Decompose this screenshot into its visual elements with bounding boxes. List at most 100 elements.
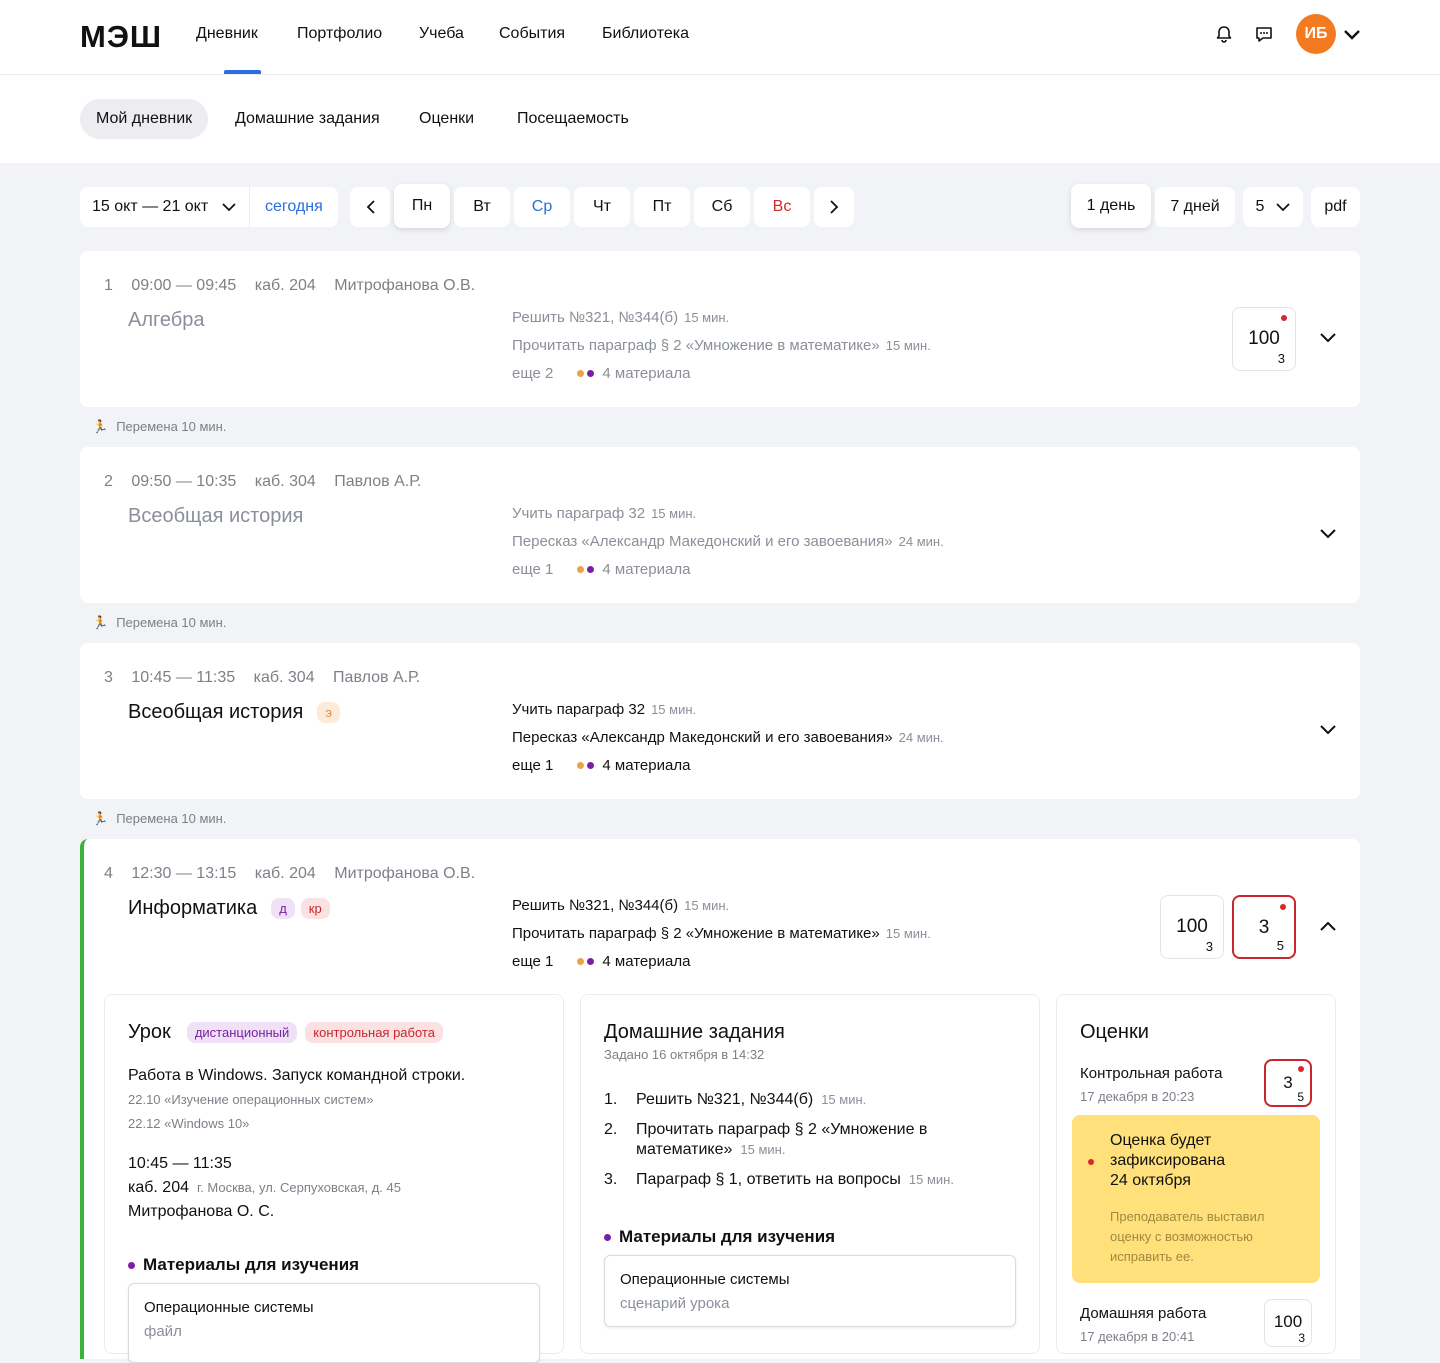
homework-item[interactable]: 2. Прочитать параграф § 2 «Умножение в мат… <box>604 1121 927 1158</box>
tab-attendance[interactable]: Посещаемость <box>501 99 645 139</box>
day-fri[interactable]: Пт <box>634 187 690 227</box>
homework-item[interactable]: Прочитать параграф § 2 «Умножение в мате… <box>512 925 931 942</box>
week-range-label: 15 окт — 21 окт <box>92 198 209 215</box>
runner-icon: 🏃 <box>92 615 109 630</box>
nav-library[interactable]: Библиотека <box>602 25 689 43</box>
grade-badge[interactable]: 100 3 <box>1264 1299 1312 1347</box>
lesson-card-2[interactable]: 2 09:50 — 10:35 каб. 304 Павлов А.Р. Все… <box>80 447 1360 603</box>
purple-dot <box>604 1233 611 1241</box>
grade-label: Домашняя работа <box>1080 1305 1207 1322</box>
chevron-up-icon[interactable] <box>1320 921 1336 931</box>
sub-navigation: Мой дневник Домашние задания Оценки Посе… <box>0 75 1440 163</box>
homework-panel: Домашние задания Задано 16 октября в 14:… <box>580 994 1040 1354</box>
tab-my-diary[interactable]: Мой дневник <box>80 99 209 139</box>
lesson-time: 09:50 — 10:35 <box>131 473 237 490</box>
lesson-subject: Всеобщая история <box>128 701 304 723</box>
break-label: 🏃 Перемена 10 мин. <box>92 811 227 826</box>
chevron-down-icon[interactable] <box>1342 24 1362 44</box>
grade-badge-control[interactable]: 35 <box>1232 895 1296 959</box>
tab-grades[interactable]: Оценки <box>403 99 490 139</box>
lesson-room: каб. 304 <box>254 473 316 490</box>
runner-icon: 🏃 <box>92 419 109 434</box>
day-sat[interactable]: Сб <box>694 187 750 227</box>
materials-count: 4 материала <box>602 953 691 970</box>
day-sun[interactable]: Вс <box>754 187 810 227</box>
nav-diary[interactable]: Дневник <box>196 25 258 43</box>
homework-item[interactable]: 1. Решить №321, №344(б) 15 мин. <box>604 1091 866 1109</box>
week-range-select[interactable]: 15 окт — 21 окт сегодня <box>80 187 338 227</box>
homework-more[interactable]: еще 14 материала <box>512 953 690 970</box>
pdf-button[interactable]: pdf <box>1311 187 1360 227</box>
chevron-left-icon <box>366 200 375 214</box>
grade-badge[interactable]: 100 3 <box>1160 895 1224 959</box>
prev-week-button[interactable] <box>350 187 390 227</box>
homework-more[interactable]: еще 14 материала <box>512 757 690 774</box>
homework-item[interactable]: Пересказ «Александр Македонский и его за… <box>512 729 944 746</box>
today-button[interactable]: сегодня <box>265 198 323 216</box>
tag-distance: дистанционный <box>186 1022 298 1044</box>
lesson-card-1[interactable]: 1 09:00 — 09:45 каб. 204 Митрофанова О.В… <box>80 251 1360 407</box>
avatar[interactable]: ИБ <box>1296 14 1336 54</box>
material-name: Операционные системы <box>144 1299 314 1316</box>
chevron-down-icon[interactable] <box>1320 725 1336 735</box>
grades-panel: Оценки Контрольная работа 17 декабря в 2… <box>1056 994 1336 1354</box>
homework-item[interactable]: Прочитать параграф § 2 «Умножение в мате… <box>512 337 931 354</box>
view-7-days[interactable]: 7 дней <box>1155 187 1235 227</box>
day-mon[interactable]: Пн <box>394 184 450 228</box>
day-tue[interactable]: Вт <box>454 187 510 227</box>
bell-icon[interactable] <box>1214 24 1234 44</box>
break-label: 🏃 Перемена 10 мин. <box>92 419 227 434</box>
panel-title-homework: Домашние задания <box>604 1021 785 1043</box>
homework-more[interactable]: еще 24 материала <box>512 365 690 382</box>
material-card[interactable]: Операционные системы файл <box>128 1283 540 1363</box>
lesson-teacher: Митрофанова О.В. <box>334 277 476 294</box>
materials-count: 4 материала <box>602 561 691 578</box>
homework-item[interactable]: Пересказ «Александр Македонский и его за… <box>512 533 944 550</box>
grade-notice: Оценка будет зафиксирована 24 октября Преп… <box>1072 1115 1320 1283</box>
break-label: 🏃 Перемена 10 мин. <box>92 615 227 630</box>
lesson-subject-row: Всеобщая история э <box>128 701 341 724</box>
homework-item[interactable]: Решить №321, №344(б) 15 мин. <box>512 897 729 914</box>
materials-count: 4 материала <box>602 757 691 774</box>
unread-dot <box>1281 315 1287 321</box>
view-1-day[interactable]: 1 день <box>1071 184 1151 228</box>
next-week-button[interactable] <box>814 187 854 227</box>
material-card[interactable]: Операционные системы сценарий урока <box>604 1255 1016 1327</box>
notice-title: Оценка будет зафиксирована 24 октября <box>1110 1132 1226 1189</box>
lesson-number: 1 <box>104 277 113 294</box>
nav-events[interactable]: События <box>499 25 565 43</box>
chevron-down-icon <box>1276 202 1291 211</box>
homework-more[interactable]: еще 14 материала <box>512 561 690 578</box>
homework-item[interactable]: Учить параграф 32 15 мин. <box>512 505 696 522</box>
lesson-subtopic: 22.12 «Windows 10» <box>128 1116 250 1131</box>
day-thu[interactable]: Чт <box>574 187 630 227</box>
materials-count: 4 материала <box>602 365 691 382</box>
materials-heading: Материалы для изучения <box>604 1227 835 1247</box>
nav-study[interactable]: Учеба <box>419 25 464 43</box>
purple-dot <box>128 1261 135 1269</box>
grade-badge[interactable]: 100 3 <box>1232 307 1296 371</box>
chevron-right-icon <box>829 200 838 214</box>
lesson-time: 09:00 — 09:45 <box>131 277 237 294</box>
nav-portfolio[interactable]: Портфолио <box>297 25 382 43</box>
homework-item[interactable]: Учить параграф 32 15 мин. <box>512 701 696 718</box>
count-value: 5 <box>1255 198 1265 215</box>
lesson-number: 3 <box>104 669 113 686</box>
lesson-teacher: Павлов А.Р. <box>333 669 421 686</box>
lesson-number: 2 <box>104 473 113 490</box>
logo[interactable]: МЭШ <box>80 19 162 55</box>
chevron-down-icon[interactable] <box>1320 333 1336 343</box>
notice-dot <box>1088 1159 1094 1165</box>
homework-item[interactable]: 3. Параграф § 1, ответить на вопросы 15 ми… <box>604 1171 954 1189</box>
chat-icon[interactable] <box>1254 24 1274 44</box>
tab-homework[interactable]: Домашние задания <box>219 99 396 139</box>
homework-item[interactable]: Решить №321, №344(б) 15 мин. <box>512 309 729 326</box>
chevron-down-icon[interactable] <box>1320 529 1336 539</box>
count-select[interactable]: 5 <box>1243 187 1303 227</box>
orange-dot <box>577 762 585 770</box>
day-wed[interactable]: Ср <box>514 187 570 227</box>
grade-badge-control[interactable]: 35 <box>1264 1059 1312 1107</box>
panel-title-lesson: Урок дистанционный контрольная работа <box>128 1021 443 1044</box>
lesson-teacher: Павлов А.Р. <box>334 473 422 490</box>
lesson-card-3[interactable]: 3 10:45 — 11:35 каб. 304 Павлов А.Р. Все… <box>80 643 1360 799</box>
